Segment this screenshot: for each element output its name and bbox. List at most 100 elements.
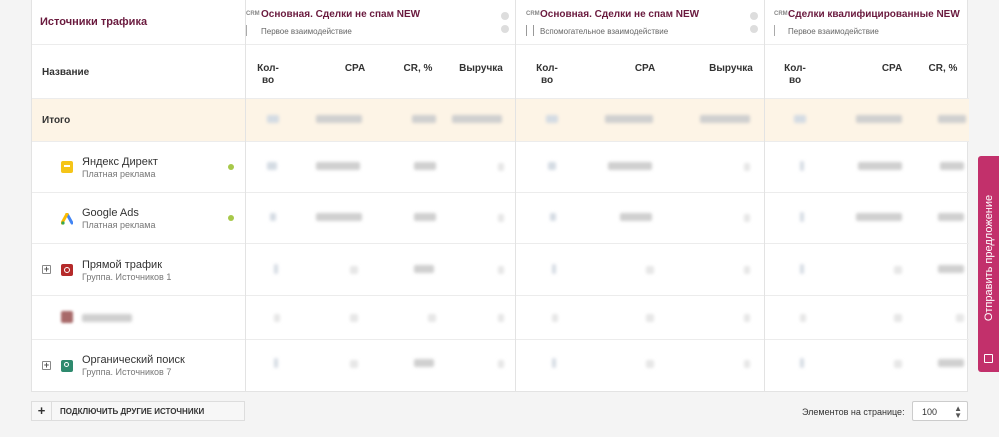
blurred-value [800, 212, 804, 222]
column-group-2: CRM Основная. Сделки не спам NEW Вспомог… [516, 0, 765, 392]
settings-icon[interactable] [501, 12, 509, 20]
blurred-value [316, 162, 360, 170]
blurred-value [938, 359, 964, 367]
source-name: Google Ads [82, 207, 139, 219]
blurred-source-name [82, 314, 132, 322]
blurred-value [646, 266, 654, 274]
blurred-value [800, 314, 806, 322]
source-type: Группа. Источников 7 [82, 367, 172, 377]
blurred-value [938, 213, 964, 221]
blurred-value [350, 266, 358, 274]
column-group-header: CRM Сделки квалифицированные NEW Первое … [765, 8, 969, 44]
source-direct-traffic[interactable]: Прямой трафик Группа. Источников 1 [82, 259, 171, 282]
select-arrows-icon: ▲ ▼ [954, 404, 962, 420]
blurred-value [350, 314, 358, 322]
col-revenue[interactable]: Выручка [706, 63, 756, 75]
google-ads-icon [60, 212, 74, 225]
col-cpa[interactable]: CPA [630, 63, 660, 75]
blurred-value [940, 162, 964, 170]
col-count[interactable]: Кол-во [783, 63, 807, 87]
blurred-value [800, 358, 804, 368]
blurred-value [938, 265, 964, 273]
group-subtitle: Первое взаимодействие [788, 27, 879, 36]
blurred-value [794, 115, 806, 123]
expand-icon[interactable]: + [42, 361, 51, 370]
blurred-value [414, 265, 434, 273]
direct-traffic-icon [61, 264, 73, 276]
left-panel: Источники трафика Название Итого Яндекс … [32, 0, 246, 392]
blurred-value [546, 115, 558, 123]
blurred-value [800, 264, 804, 274]
send-proposal-tab[interactable]: Отправить предложение [978, 156, 999, 372]
per-page-select[interactable]: 100 ▲ ▼ [912, 401, 968, 421]
blurred-value [498, 266, 504, 274]
column-group-header: CRM Основная. Сделки не спам NEW Первое … [246, 8, 515, 44]
settings-icon[interactable] [750, 12, 758, 20]
col-count[interactable]: Кол-во [535, 63, 559, 87]
status-dot [228, 215, 234, 221]
blurred-value [894, 314, 902, 322]
source-google-ads[interactable]: Google Ads Платная реклама [82, 207, 156, 230]
blurred-value [550, 213, 556, 221]
blurred-value [498, 314, 504, 322]
col-count[interactable]: Кол-во [256, 63, 280, 87]
blurred-value [316, 115, 362, 123]
source-yandex-direct[interactable]: Яндекс Директ Платная реклама [82, 156, 158, 179]
blurred-value [744, 360, 750, 368]
interaction-icon [526, 25, 534, 36]
blurred-value [894, 360, 902, 368]
group-title[interactable]: Сделки квалифицированные NEW [788, 9, 960, 20]
source-type: Группа. Источников 1 [82, 272, 172, 282]
blurred-value [620, 213, 652, 221]
source-type: Платная реклама [82, 169, 156, 179]
group-title[interactable]: Основная. Сделки не спам NEW [261, 9, 420, 20]
blurred-value [744, 163, 750, 171]
blurred-value [498, 214, 504, 222]
blurred-value [956, 314, 964, 322]
blurred-value [552, 314, 558, 322]
report-table: Источники трафика Название Итого Яндекс … [31, 0, 969, 392]
blurred-source-icon [61, 311, 73, 323]
col-cpa[interactable]: CPA [340, 63, 370, 75]
blurred-value [274, 358, 278, 368]
blurred-value [858, 162, 902, 170]
expand-icon[interactable]: + [42, 265, 51, 274]
blurred-value [744, 314, 750, 322]
interaction-icon [774, 25, 783, 36]
crm-badge: CRM [246, 11, 260, 17]
crm-badge: CRM [526, 11, 540, 17]
blurred-value [498, 163, 504, 171]
connect-sources-button[interactable]: + ПОДКЛЮЧИТЬ ДРУГИЕ ИСТОЧНИКИ [31, 401, 245, 421]
help-icon[interactable] [501, 25, 509, 33]
blurred-value [744, 266, 750, 274]
group-subtitle: Вспомогательное взаимодействие [540, 27, 669, 36]
col-cpa[interactable]: CPA [877, 63, 907, 75]
blurred-value [270, 213, 276, 221]
blurred-value [412, 115, 436, 123]
blurred-value [744, 214, 750, 222]
col-revenue[interactable]: Выручка [456, 63, 506, 75]
blurred-value [605, 115, 653, 123]
col-cr[interactable]: CR, % [401, 63, 435, 75]
col-cr[interactable]: CR, % [923, 63, 963, 75]
blurred-value [856, 213, 902, 221]
source-organic-search[interactable]: Органический поиск Группа. Источников 7 [82, 354, 185, 377]
blurred-value [414, 162, 436, 170]
blurred-value [452, 115, 502, 123]
name-column-header[interactable]: Название [42, 67, 89, 78]
group-title[interactable]: Основная. Сделки не спам NEW [540, 9, 699, 20]
blurred-value [894, 266, 902, 274]
blurred-value [552, 264, 556, 274]
help-icon[interactable] [750, 25, 758, 33]
blurred-value [267, 115, 279, 123]
source-name: Органический поиск [82, 354, 185, 366]
blurred-value [316, 213, 362, 221]
yandex-direct-icon [61, 161, 73, 173]
organic-search-icon [61, 360, 73, 372]
column-group-1: CRM Основная. Сделки не спам NEW Первое … [246, 0, 516, 392]
blurred-value [274, 314, 280, 322]
interaction-icon [246, 25, 255, 36]
blurred-value [350, 360, 358, 368]
column-group-header: CRM Основная. Сделки не спам NEW Вспомог… [516, 8, 764, 44]
source-name: Яндекс Директ [82, 156, 158, 168]
